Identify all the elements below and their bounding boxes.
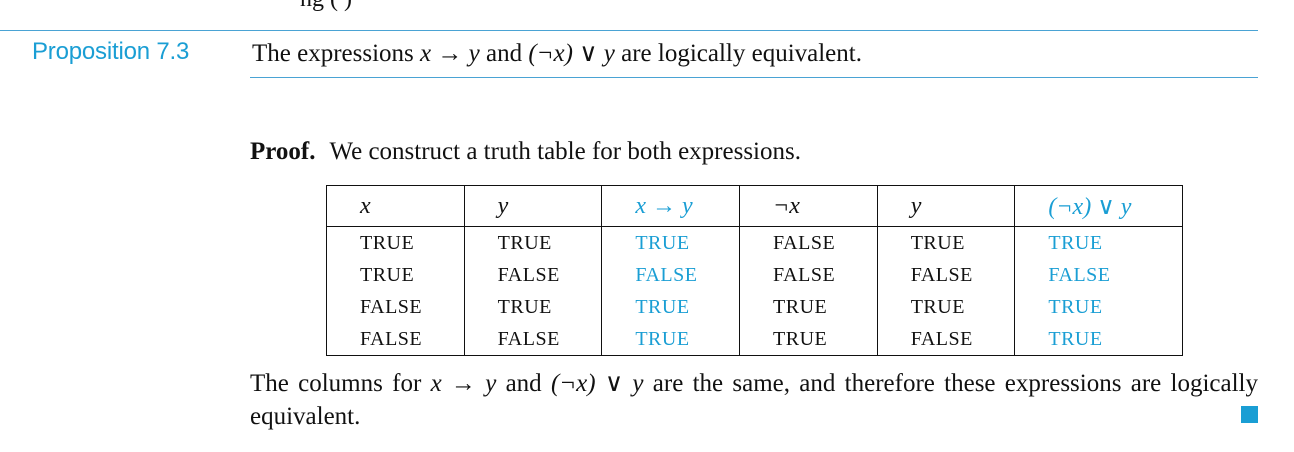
table-cell: FALSE	[601, 259, 740, 291]
table-cell: TRUE	[601, 226, 740, 259]
table-row: FALSE TRUE TRUE TRUE TRUE TRUE	[326, 291, 1183, 323]
table-cell: FALSE	[326, 323, 465, 356]
conclusion-prefix: The columns for	[250, 370, 431, 397]
proposition-text-prefix: The expressions	[252, 40, 421, 67]
proposition-top-rule	[0, 30, 1258, 31]
truth-table: xyx → y ¬x y (¬x) ∨ y TRUE TRUE TRUE FALSE TRUE…	[326, 185, 1183, 356]
table-cell: FALSE	[326, 291, 465, 323]
table-cell: TRUE	[601, 323, 740, 356]
column-header: y	[876, 185, 1015, 227]
proposition-statement: The expressions x → y and (¬x) ∨ y are l…	[252, 38, 862, 68]
table-cell: TRUE	[739, 291, 878, 323]
column-header: y	[463, 185, 602, 227]
proof-intro: Proof. We construct a truth table for bot…	[250, 138, 801, 166]
proposition-text-mid: and	[479, 40, 529, 67]
table-cell: TRUE	[1014, 291, 1183, 323]
table-row: TRUE TRUE TRUE FALSE TRUE TRUE	[326, 226, 1183, 259]
qed-square-icon	[1241, 406, 1258, 423]
proposition-expr-disjunction: (¬x) ∨ y	[528, 40, 615, 67]
conclusion-mid: and	[496, 370, 551, 397]
proposition-expr-implication: x → y	[420, 40, 480, 67]
table-cell: FALSE	[739, 226, 878, 259]
table-cell: FALSE	[463, 323, 602, 356]
conclusion-expr-implication: x → y	[430, 370, 497, 397]
table-cell: TRUE	[876, 291, 1015, 323]
proposition-bottom-rule	[250, 77, 1258, 78]
table-cell: TRUE	[463, 226, 602, 259]
table-cell: TRUE	[876, 226, 1015, 259]
table-cell: FALSE	[876, 259, 1015, 291]
table-cell: FALSE	[739, 259, 878, 291]
table-row: FALSE FALSE TRUE TRUE FALSE TRUE	[326, 323, 1183, 356]
table-cell: TRUE	[739, 323, 878, 356]
table-cell: FALSE	[1014, 259, 1183, 291]
truth-table-header-row: xyx → y ¬x y (¬x) ∨ y	[326, 185, 1183, 227]
table-cell: TRUE	[326, 259, 465, 291]
table-cell: TRUE	[601, 291, 740, 323]
column-header: x → y	[601, 185, 740, 227]
proposition-text-suffix: are logically equivalent.	[614, 40, 862, 67]
proof-label: Proof.	[250, 138, 316, 165]
table-cell: FALSE	[463, 259, 602, 291]
table-cell: TRUE	[1014, 323, 1183, 356]
column-header: x	[326, 185, 465, 227]
table-cell: TRUE	[463, 291, 602, 323]
column-header: (¬x) ∨ y	[1014, 185, 1183, 227]
proof-conclusion: The columns for x → y and (¬x) ∨ y are t…	[250, 367, 1258, 433]
conclusion-expr-disjunction: (¬x) ∨ y	[550, 370, 644, 397]
column-header: ¬x	[739, 185, 878, 227]
clipped-previous-text: ng ( )	[300, 0, 352, 13]
table-cell: FALSE	[876, 323, 1015, 356]
table-row: TRUE FALSE FALSE FALSE FALSE FALSE	[326, 259, 1183, 291]
proposition-label: Proposition 7.3	[32, 38, 190, 65]
table-cell: TRUE	[1014, 226, 1183, 259]
table-cell: TRUE	[326, 226, 465, 259]
proof-text: We construct a truth table for both expr…	[329, 138, 801, 165]
